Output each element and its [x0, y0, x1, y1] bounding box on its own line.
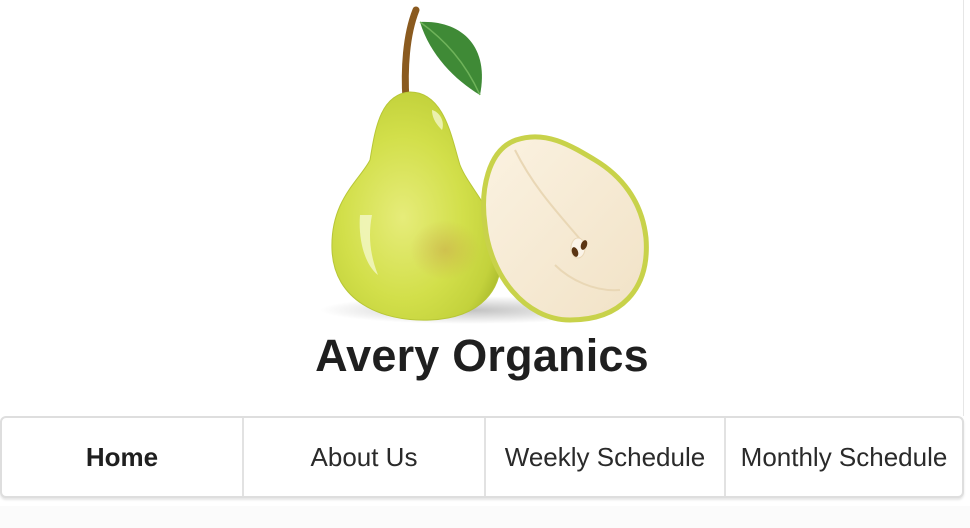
nav-item-home[interactable]: Home — [2, 418, 242, 496]
nav-item-about-us[interactable]: About Us — [242, 418, 484, 496]
pear-logo-icon — [320, 0, 660, 335]
nav-item-monthly-schedule[interactable]: Monthly Schedule — [724, 418, 962, 496]
nav-item-weekly-schedule[interactable]: Weekly Schedule — [484, 418, 724, 496]
main-navigation: Home About Us Weekly Schedule Monthly Sc… — [0, 416, 964, 498]
page: Avery Organics Home About Us Weekly Sche… — [0, 0, 970, 528]
site-title: Avery Organics — [315, 330, 649, 381]
page-bottom-area — [0, 506, 970, 528]
